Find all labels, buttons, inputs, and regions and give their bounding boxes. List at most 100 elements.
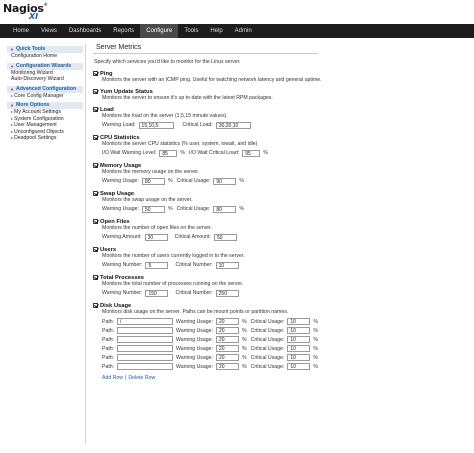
disk-row: Path: / Warning Usage: 20 % Critical Usa…	[102, 318, 318, 325]
disk-row: Path: Warning Usage: 20 % Critical Usage…	[102, 336, 318, 343]
collapse-arrow-icon: ▼	[10, 86, 14, 92]
disk-path-input[interactable]: /	[117, 318, 173, 325]
warning-label: Warning Number:	[102, 290, 143, 296]
swap-warning-input[interactable]: 50	[142, 205, 166, 213]
nav-tools[interactable]: Tools	[178, 24, 204, 38]
unit-label: %	[263, 150, 268, 156]
metric-name: Users	[100, 246, 117, 253]
users-warning-input[interactable]: 5	[145, 261, 169, 269]
nav-home[interactable]: Home	[7, 24, 35, 38]
swap-critical-input[interactable]: 80	[213, 205, 237, 213]
critical-label: Critical Usage:	[176, 206, 211, 212]
metric-name: Disk Usage	[100, 302, 132, 309]
expand-arrow-icon: ▸	[11, 109, 14, 114]
metric-name: Ping	[100, 70, 113, 77]
unit-label: %	[180, 150, 186, 156]
nagios-logo[interactable]: Nagios® XI	[3, 2, 63, 22]
sidebar-section-quick-tools[interactable]: ▼ Quick Tools	[7, 46, 83, 53]
metric-description: Monitors the number of users currently l…	[102, 253, 245, 259]
warning-label: Warning Load:	[102, 122, 136, 128]
unit-label: %	[168, 178, 173, 184]
warning-label: Warning Usage:	[102, 206, 140, 212]
disk-warning-input[interactable]: 20	[216, 354, 240, 361]
page-title: Server Metrics	[96, 44, 142, 51]
nav-admin[interactable]: Admin	[229, 24, 258, 38]
disk-critical-input[interactable]: 10	[287, 345, 311, 352]
warning-label: Warning Number:	[102, 262, 143, 268]
metric-cpu: CPU Statistics Monitors the server CPU s…	[93, 134, 471, 157]
open-files-warning-input[interactable]: 30	[144, 233, 168, 241]
metric-description: Monitors the server with an ICMP ping. U…	[102, 77, 322, 83]
disk-path-input[interactable]	[117, 345, 173, 352]
processes-critical-input[interactable]: 250	[215, 289, 239, 297]
page-description: Specify which services you'd like to mon…	[94, 59, 241, 65]
disk-warning-input[interactable]: 20	[216, 327, 240, 334]
metric-name: CPU Statistics	[100, 134, 140, 141]
open-files-critical-input[interactable]: 50	[213, 233, 237, 241]
open-files-checkbox[interactable]	[93, 219, 98, 224]
nav-dashboards[interactable]: Dashboards	[63, 24, 107, 38]
nav-views[interactable]: Views	[35, 24, 63, 38]
sidebar-section-advanced-config[interactable]: ▼ Advanced Configuration	[7, 85, 83, 93]
ping-checkbox[interactable]	[93, 71, 98, 76]
metric-name: Swap Usage	[100, 190, 135, 197]
metric-description: Monitors the number of open files on the…	[102, 225, 212, 231]
swap-checkbox[interactable]	[93, 191, 98, 196]
cpu-warning-input[interactable]: 85	[159, 149, 178, 157]
yum-checkbox[interactable]	[93, 89, 98, 94]
disk-warning-input[interactable]: 20	[216, 363, 240, 370]
disk-usage-checkbox[interactable]	[93, 303, 98, 308]
users-critical-input[interactable]: 10	[215, 261, 239, 269]
warning-label: Warning Usage:	[102, 178, 140, 184]
disk-warning-input[interactable]: 20	[216, 345, 240, 352]
nav-reports[interactable]: Reports	[107, 24, 140, 38]
metric-description: Monitors the server to ensure it's up to…	[102, 95, 273, 101]
collapse-arrow-icon: ▼	[10, 47, 14, 52]
app-header: Nagios® XI	[0, 0, 474, 24]
disk-warning-input[interactable]: 20	[216, 336, 240, 343]
memory-warning-input[interactable]: 80	[142, 177, 166, 185]
cpu-checkbox[interactable]	[93, 135, 98, 140]
nav-help[interactable]: Help	[204, 24, 228, 38]
load-critical-input[interactable]: 30,20,10	[215, 121, 251, 129]
metric-description: Monitors the server CPU statistics (% us…	[102, 141, 258, 147]
disk-critical-input[interactable]: 10	[287, 318, 311, 325]
memory-critical-input[interactable]: 90	[213, 177, 237, 185]
disk-critical-input[interactable]: 10	[287, 354, 311, 361]
critical-label: Critical Number:	[175, 262, 213, 268]
main-content: Server Metrics Specify which services yo…	[93, 43, 471, 381]
disk-critical-input[interactable]: 10	[287, 327, 311, 334]
sidebar-section-more-options[interactable]: ▼ More Options	[7, 102, 83, 109]
metric-load: Load Monitors the load on the server (1,…	[93, 106, 471, 129]
users-checkbox[interactable]	[93, 247, 98, 252]
delete-row-link[interactable]: Delete Row	[128, 375, 155, 381]
disk-path-input[interactable]	[117, 336, 173, 343]
load-checkbox[interactable]	[93, 107, 98, 112]
disk-warning-input[interactable]: 20	[216, 318, 240, 325]
add-row-link[interactable]: Add Row	[102, 375, 123, 381]
metric-name: Open Files	[100, 218, 130, 225]
expand-arrow-icon: ▸	[11, 128, 14, 134]
cpu-critical-input[interactable]: 95	[242, 149, 261, 157]
sidebar-section-config-wizards[interactable]: ▼ Configuration Wizards	[7, 62, 83, 70]
metric-name: Load	[100, 106, 114, 113]
disk-path-input[interactable]	[117, 363, 173, 370]
disk-critical-input[interactable]: 10	[287, 363, 311, 370]
nav-configure[interactable]: Configure	[140, 24, 179, 38]
metric-description: Monitors disk usage on the server. Paths…	[102, 309, 289, 315]
sidebar-divider	[85, 44, 86, 444]
sidebar-item-deadpool-settings[interactable]: ▸Deadpool Settings	[7, 135, 83, 142]
memory-checkbox[interactable]	[93, 163, 98, 168]
metric-swap: Swap Usage Monitors the swap usage on th…	[93, 190, 471, 213]
disk-critical-input[interactable]: 10	[287, 336, 311, 343]
disk-path-input[interactable]	[117, 327, 173, 334]
processes-checkbox[interactable]	[93, 275, 98, 280]
unit-label: %	[239, 178, 244, 184]
processes-warning-input[interactable]: 150	[145, 289, 169, 297]
metric-total-processes: Total Processes Monitors the total numbe…	[93, 274, 471, 297]
expand-arrow-icon: ▸	[11, 135, 14, 140]
critical-label: I/O Wait Critical Load:	[189, 150, 240, 156]
metric-ping: Ping Monitors the server with an ICMP pi…	[93, 70, 471, 83]
load-warning-input[interactable]: 15,10,5	[138, 121, 174, 129]
disk-path-input[interactable]	[117, 354, 173, 361]
